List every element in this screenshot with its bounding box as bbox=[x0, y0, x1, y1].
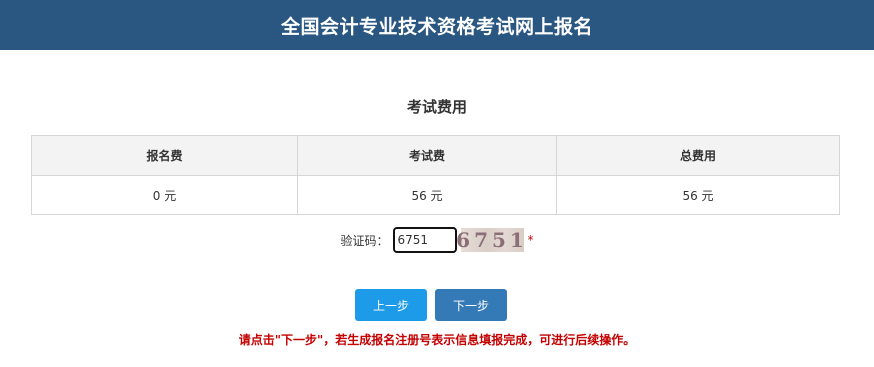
column-header-registration-fee: 报名费 bbox=[31, 135, 298, 176]
next-step-button[interactable]: 下一步 bbox=[435, 289, 507, 321]
notice-text: 请点击"下一步"，若生成报名注册号表示信息填报完成，可进行后续操作。 bbox=[238, 333, 636, 347]
column-header-total-fee: 总费用 bbox=[556, 135, 840, 176]
table-header-row: 报名费 考试费 总费用 bbox=[31, 135, 840, 176]
page-header-title: 全国会计专业技术资格考试网上报名 bbox=[280, 15, 593, 38]
fee-table: 报名费 考试费 总费用 0 元 56 元 56 元 bbox=[31, 135, 840, 215]
table-row: 0 元 56 元 56 元 bbox=[31, 175, 840, 215]
captcha-image[interactable]: 6751 bbox=[456, 228, 524, 252]
previous-step-button[interactable]: 上一步 bbox=[355, 289, 427, 321]
header-bar: 全国会计专业技术资格考试网上报名 bbox=[0, 0, 874, 50]
column-header-exam-fee: 考试费 bbox=[297, 135, 557, 176]
captcha-row: 验证码： 6751 * bbox=[0, 226, 874, 254]
captcha-input[interactable] bbox=[392, 227, 457, 253]
required-mark: * bbox=[527, 233, 534, 247]
exam-fee-value: 56 元 bbox=[297, 175, 557, 215]
captcha-label: 验证码： bbox=[340, 233, 389, 248]
registration-fee-value: 0 元 bbox=[31, 175, 298, 215]
total-fee-value: 56 元 bbox=[556, 175, 840, 215]
section-title: 考试费用 bbox=[406, 98, 467, 116]
